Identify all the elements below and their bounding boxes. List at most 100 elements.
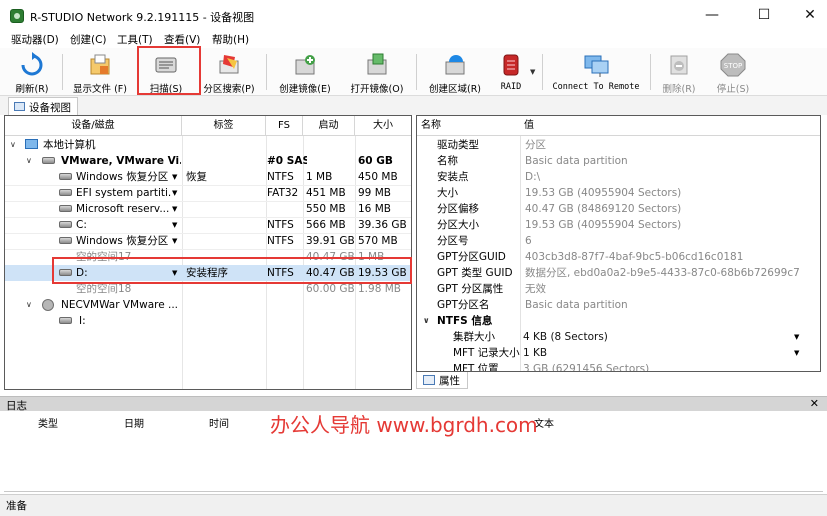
- menu-view[interactable]: 查看(V): [164, 32, 200, 47]
- col-prop-value[interactable]: 值: [520, 116, 820, 136]
- col-fs[interactable]: FS: [266, 116, 303, 136]
- row-dropdown-icon[interactable]: ▼: [172, 217, 177, 233]
- prop-row[interactable]: GPT分区GUID 403cb3d8-87f7-4baf-9bc5-b06cd16…: [417, 249, 820, 265]
- open-image-icon: [367, 53, 387, 75]
- ntfs-prop-row[interactable]: MFT 位置 3 GB (6291456 Sectors): [417, 361, 820, 371]
- ntfs-prop-row[interactable]: 集群大小 4 KB (8 Sectors) ▼: [417, 329, 820, 345]
- hard-disk-icon: [42, 157, 55, 164]
- toolbar: 刷新(R) 显示文件 (F) 扫描(S) 分区搜索(P) 创建镜像(E) 打开镜…: [0, 48, 827, 96]
- delete-icon: [670, 55, 688, 75]
- partition-icon: [59, 237, 72, 244]
- tree-row-partition[interactable]: EFI system partiti... ▼ FAT32 451 MB 99 …: [5, 185, 411, 201]
- prop-row[interactable]: 安装点 D:\: [417, 169, 820, 185]
- row-dropdown-icon[interactable]: ▼: [172, 201, 177, 217]
- tree-row-partition[interactable]: C: ▼ NTFS 566 MB 39.36 GB: [5, 217, 411, 233]
- col-start[interactable]: 启动: [303, 116, 355, 136]
- menu-tools[interactable]: 工具(T): [117, 32, 153, 47]
- remote-computer-icon: [584, 55, 609, 77]
- row-dropdown-icon[interactable]: ▼: [172, 233, 177, 249]
- raid-dropdown-icon[interactable]: ▼: [530, 68, 535, 76]
- tree-row-partition[interactable]: Windows 恢复分区 ▼ 恢复 NTFS 1 MB 450 MB: [5, 169, 411, 185]
- partition-icon: [59, 269, 72, 276]
- col-size[interactable]: 大小: [355, 116, 411, 136]
- optical-drive-icon: [42, 299, 54, 311]
- tree-row-local-computer[interactable]: ∨ 本地计算机: [5, 137, 411, 153]
- partition-icon: [59, 221, 72, 228]
- svg-text:STOP: STOP: [724, 62, 742, 70]
- computer-icon: [25, 139, 38, 149]
- menu-drives[interactable]: 驱动器(D): [11, 32, 59, 47]
- prop-row[interactable]: 分区号 6: [417, 233, 820, 249]
- partition-icon: [59, 173, 72, 180]
- prop-row[interactable]: 分区大小 19.53 GB (40955904 Sectors): [417, 217, 820, 233]
- log-list[interactable]: [4, 432, 823, 492]
- prop-row[interactable]: 驱动类型 分区: [417, 137, 820, 153]
- show-files-button[interactable]: 显示文件 (F): [66, 50, 134, 95]
- tree-row-partition[interactable]: Windows 恢复分区 ▼ NTFS 39.91 GB 570 MB: [5, 233, 411, 249]
- create-image-button[interactable]: 创建镜像(E): [272, 50, 338, 95]
- maximize-button[interactable]: ☐: [741, 0, 787, 31]
- col-device[interactable]: 设备/磁盘: [5, 116, 182, 136]
- raid-button[interactable]: RAID: [494, 50, 528, 94]
- tree-row-drive-i[interactable]: I:: [5, 313, 411, 329]
- log-col-date[interactable]: 日期: [124, 415, 144, 430]
- prop-dropdown-icon[interactable]: ▼: [794, 345, 799, 361]
- partition-search-icon: [219, 55, 239, 74]
- device-view-icon: [14, 102, 25, 111]
- ntfs-prop-row[interactable]: MFT 记录大小 1 KB ▼: [417, 345, 820, 361]
- view-tab-strip: 设备视图: [0, 96, 827, 115]
- prop-row[interactable]: 大小 19.53 GB (40955904 Sectors): [417, 185, 820, 201]
- ntfs-section-header[interactable]: ∨ NTFS 信息: [417, 313, 820, 329]
- window-title: R-STUDIO Network 9.2.191115 - 设备视图: [30, 11, 255, 24]
- menu-help[interactable]: 帮助(H): [212, 32, 249, 47]
- stop-icon: STOP: [720, 53, 746, 77]
- prop-row[interactable]: GPT 分区属性 无效: [417, 281, 820, 297]
- close-button[interactable]: ✕: [787, 0, 827, 31]
- tree-row-network-device[interactable]: ∨ NECVMWar VMware ...: [5, 297, 411, 313]
- prop-row[interactable]: GPT分区名 Basic data partition: [417, 297, 820, 313]
- raid-icon: [503, 54, 519, 76]
- log-col-time[interactable]: 时间: [209, 415, 229, 430]
- minimize-button[interactable]: —: [689, 0, 735, 31]
- tree-row-partition-selected[interactable]: D: ▼ 安装程序 NTFS 40.47 GB 19.53 GB: [5, 265, 411, 281]
- row-dropdown-icon[interactable]: ▼: [172, 185, 177, 201]
- prop-row[interactable]: 分区偏移 40.47 GB (84869120 Sectors): [417, 201, 820, 217]
- log-title: 日志: [6, 400, 27, 412]
- menu-create[interactable]: 创建(C): [70, 32, 107, 47]
- scan-disk-icon: [155, 57, 177, 73]
- status-bar: 准备: [0, 494, 827, 516]
- device-grid: 设备/磁盘 标签 FS 启动 大小 ∨ 本地计算机 ∨ VMware, VMwa…: [4, 115, 412, 390]
- col-prop-name[interactable]: 名称: [417, 116, 520, 136]
- delete-button[interactable]: 删除(R): [656, 50, 702, 95]
- log-close-icon[interactable]: ✕: [810, 397, 819, 410]
- collapse-icon[interactable]: ∨: [10, 137, 20, 153]
- title-bar: R-STUDIO Network 9.2.191115 - 设备视图 — ☐ ✕: [0, 0, 827, 31]
- create-region-button[interactable]: 创建区域(R): [422, 50, 488, 95]
- stop-button[interactable]: STOP 停止(S): [710, 50, 756, 95]
- tab-device-view[interactable]: 设备视图: [8, 97, 78, 115]
- prop-row[interactable]: 名称 Basic data partition: [417, 153, 820, 169]
- prop-row[interactable]: GPT 类型 GUID 数据分区, ebd0a0a2-b9e5-4433-87c0…: [417, 265, 820, 281]
- refresh-button[interactable]: 刷新(R): [8, 50, 56, 95]
- collapse-icon[interactable]: ∨: [423, 313, 433, 329]
- folder-files-icon: [90, 54, 110, 75]
- connect-remote-button[interactable]: Connect To Remote: [548, 50, 644, 94]
- tree-row-vmware-disk[interactable]: ∨ VMware, VMware Vi... #0 SAS 60 GB: [5, 153, 411, 169]
- tab-properties[interactable]: 属性: [416, 372, 468, 389]
- create-region-icon: [445, 55, 465, 75]
- app-logo-icon: [10, 9, 24, 23]
- prop-dropdown-icon[interactable]: ▼: [794, 329, 799, 345]
- partition-search-button[interactable]: 分区搜索(P): [198, 50, 260, 95]
- create-image-icon: [295, 55, 315, 75]
- log-col-type[interactable]: 类型: [38, 415, 58, 430]
- open-image-button[interactable]: 打开镜像(O): [344, 50, 410, 95]
- tree-row-empty-space[interactable]: 空的空间18 60.00 GB 1.98 MB: [5, 281, 411, 297]
- tree-row-partition[interactable]: Microsoft reserv... ▼ 550 MB 16 MB: [5, 201, 411, 217]
- row-dropdown-icon[interactable]: ▼: [172, 169, 177, 185]
- collapse-icon[interactable]: ∨: [26, 297, 36, 313]
- collapse-icon[interactable]: ∨: [26, 153, 36, 169]
- scan-button[interactable]: 扫描(S): [140, 50, 192, 95]
- tree-row-empty-space[interactable]: 空的空间17 40.47 GB 1 MB: [5, 249, 411, 265]
- row-dropdown-icon[interactable]: ▼: [172, 265, 177, 281]
- col-label[interactable]: 标签: [182, 116, 266, 136]
